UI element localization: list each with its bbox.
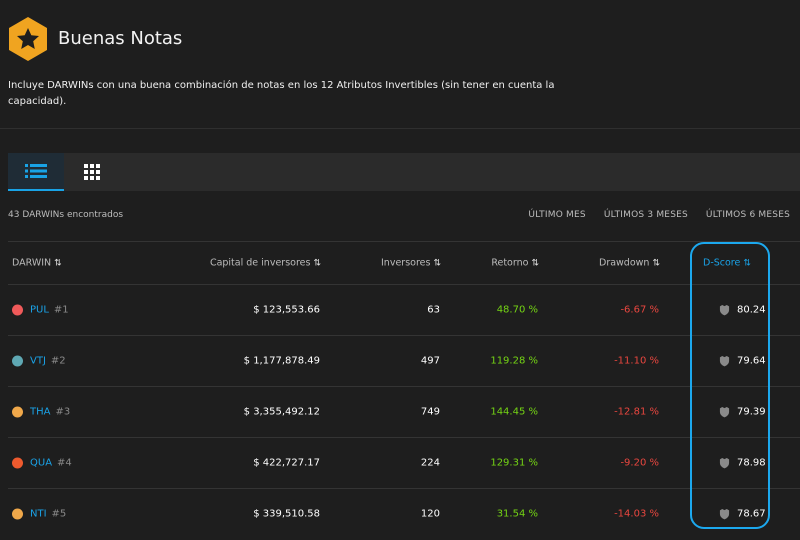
darwin-color-dot [12, 304, 23, 316]
filter-last-3-months[interactable]: ÚLTIMOS 3 MESES [604, 210, 688, 220]
list-view-button[interactable] [8, 153, 64, 191]
column-header-capital[interactable]: Capital de inversores ⇅ [210, 258, 321, 269]
table-row[interactable]: NTI #5 $ 339,510.58 120 31.54 % -14.03 %… [8, 488, 800, 539]
star-hexagon-icon [8, 16, 48, 62]
table-row[interactable]: QUA #4 $ 422,727.17 224 129.31 % -9.20 %… [8, 437, 800, 488]
sort-icon: ⇅ [531, 258, 538, 269]
investor-capital: $ 123,553.66 [253, 304, 320, 316]
investor-count: 497 [420, 355, 440, 367]
darwin-rank: #4 [57, 457, 72, 469]
shield-icon [719, 457, 730, 469]
dscore-value: 79.64 [737, 355, 766, 367]
return-value: 31.54 % [496, 508, 538, 520]
dscore-value: 78.67 [737, 508, 766, 520]
darwin-rank: #2 [50, 355, 66, 367]
dscore-cell: 78.98 [719, 458, 766, 469]
dscore-value: 79.39 [737, 406, 766, 418]
column-header-investors[interactable]: Inversores ⇅ [381, 258, 441, 269]
return-value: 129.31 % [490, 457, 538, 469]
shield-icon [719, 508, 730, 520]
dscore-value: 78.98 [737, 457, 766, 469]
column-header-darwin[interactable]: DARWIN ⇅ [12, 258, 62, 269]
sort-icon: ⇅ [313, 258, 320, 269]
darwins-table: DARWIN ⇅ Capital de inversores ⇅ Inversore… [8, 241, 800, 539]
grid-icon [84, 164, 100, 180]
results-count: 43 DARWINs encontrados [8, 210, 124, 220]
darwin-ticker[interactable]: NTI [30, 509, 47, 520]
filter-last-month[interactable]: ÚLTIMO MES [528, 210, 585, 220]
sort-icon: ⇅ [743, 258, 750, 269]
investor-count: 120 [420, 508, 440, 520]
return-value: 119.28 % [490, 355, 538, 367]
darwin-rank: #3 [55, 406, 71, 418]
investor-count: 749 [420, 406, 440, 418]
results-meta: 43 DARWINs encontrados ÚLTIMO MES ÚLTIMO… [8, 210, 790, 224]
drawdown-value: -12.81 % [614, 406, 659, 418]
divider [0, 128, 800, 129]
darwin-rank: #1 [53, 304, 69, 316]
drawdown-value: -11.10 % [614, 355, 659, 367]
investor-capital: $ 422,727.17 [253, 457, 320, 469]
page-title: Buenas Notas [58, 27, 183, 49]
darwin-name-cell[interactable]: NTI #5 [12, 508, 67, 520]
darwin-rank: #5 [51, 508, 67, 520]
column-header-dscore[interactable]: D-Score ⇅ [703, 258, 751, 269]
darwin-ticker[interactable]: QUA [30, 458, 52, 469]
investor-capital: $ 1,177,878.49 [243, 355, 320, 367]
return-value: 144.45 % [490, 406, 538, 418]
view-toggle-bar [8, 153, 800, 191]
dscore-value: 80.24 [737, 304, 766, 316]
table-row[interactable]: THA #3 $ 3,355,492.12 749 144.45 % -12.8… [8, 386, 800, 437]
sort-icon: ⇅ [652, 258, 659, 269]
investor-capital: $ 339,510.58 [253, 508, 320, 520]
darwin-name-cell[interactable]: VTJ #2 [12, 355, 66, 367]
return-value: 48.70 % [496, 304, 538, 316]
drawdown-value: -6.67 % [620, 304, 659, 316]
darwin-color-dot [12, 508, 23, 520]
dscore-cell: 80.24 [719, 305, 766, 316]
dscore-cell: 79.39 [719, 407, 766, 418]
table-row[interactable]: PUL #1 $ 123,553.66 63 48.70 % -6.67 % 8… [8, 284, 800, 335]
list-icon [25, 164, 47, 178]
darwin-name-cell[interactable]: QUA #4 [12, 457, 72, 469]
sort-icon: ⇅ [433, 258, 440, 269]
column-header-drawdown[interactable]: Drawdown ⇅ [599, 258, 660, 269]
darwin-color-dot [12, 406, 23, 418]
page-description: Incluye DARWINs con una buena combinació… [8, 80, 555, 107]
table-row[interactable]: VTJ #2 $ 1,177,878.49 497 119.28 % -11.1… [8, 335, 800, 386]
page-header: Buenas Notas [8, 16, 182, 62]
investor-count: 63 [427, 304, 440, 316]
drawdown-value: -14.03 % [614, 508, 659, 520]
darwin-name-cell[interactable]: THA #3 [12, 406, 71, 418]
column-header-return[interactable]: Retorno ⇅ [491, 258, 539, 269]
shield-icon [719, 406, 730, 418]
shield-icon [719, 304, 730, 316]
drawdown-value: -9.20 % [620, 457, 659, 469]
table-header: DARWIN ⇅ Capital de inversores ⇅ Inversore… [8, 241, 800, 284]
period-filters: ÚLTIMO MES ÚLTIMOS 3 MESES ÚLTIMOS 6 MES… [528, 210, 790, 220]
filter-last-6-months[interactable]: ÚLTIMOS 6 MESES [706, 210, 790, 220]
sort-icon: ⇅ [54, 258, 61, 269]
shield-icon [719, 355, 730, 367]
investor-count: 224 [420, 457, 440, 469]
darwin-ticker[interactable]: PUL [30, 305, 49, 316]
darwin-ticker[interactable]: VTJ [30, 356, 46, 367]
dscore-cell: 78.67 [719, 509, 766, 520]
darwin-name-cell[interactable]: PUL #1 [12, 304, 69, 316]
dscore-cell: 79.64 [719, 356, 766, 367]
grid-view-button[interactable] [64, 153, 120, 191]
darwin-ticker[interactable]: THA [30, 407, 50, 418]
investor-capital: $ 3,355,492.12 [243, 406, 320, 418]
darwin-color-dot [12, 355, 23, 367]
darwin-color-dot [12, 457, 23, 469]
